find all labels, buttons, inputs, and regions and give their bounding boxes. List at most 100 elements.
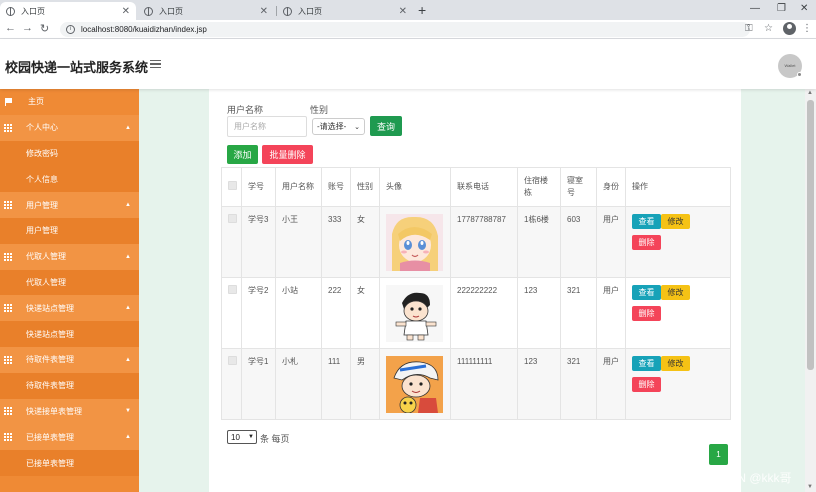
room-cell: 321 — [560, 348, 597, 420]
sidebar-item-home[interactable]: 主页 — [0, 89, 139, 115]
sidebar-item-station-management[interactable]: 快递站点管理 — [0, 321, 139, 347]
row-select-cell — [221, 206, 242, 278]
gender-select[interactable]: -请选择- ⌄ — [312, 118, 365, 135]
globe-icon — [6, 6, 15, 16]
sidebar-item-label: 个人信息 — [26, 174, 58, 184]
username-label: 用户名称 — [227, 105, 264, 115]
column-header: 操作 — [625, 167, 731, 207]
url-text: localhost:8080/kuaidizhan/index.jsp — [81, 25, 207, 34]
browser-tab-3[interactable]: 入口页 ✕ — [277, 2, 413, 20]
building-cell: 123 — [517, 348, 561, 420]
forward-icon[interactable]: → — [22, 22, 33, 34]
browser-tab-title: 入口页 — [298, 6, 322, 16]
info-icon[interactable]: i — [66, 25, 75, 34]
search-button[interactable]: 查询 — [370, 116, 402, 136]
select-all-cell — [221, 167, 242, 207]
sidebar-item-pickup-management[interactable]: 待取件表管理 — [0, 372, 139, 399]
column-header: 身份 — [596, 167, 626, 207]
scroll-down-icon[interactable]: ▼ — [807, 484, 813, 490]
app-title: 校园快递一站式服务系统 — [5, 60, 149, 75]
sidebar-item-label: 快递站点管理 — [26, 303, 74, 313]
close-icon[interactable]: ✕ — [260, 6, 268, 17]
role-cell: 用户 — [596, 277, 626, 349]
avatar-cell — [379, 348, 451, 420]
delete-button[interactable]: 删除 — [632, 377, 661, 392]
account-cell: 111 — [321, 348, 351, 420]
close-icon[interactable]: ✕ — [399, 6, 407, 17]
scroll-up-icon[interactable]: ▲ — [807, 90, 813, 96]
key-icon[interactable]: ⚿ — [745, 23, 753, 34]
browser-tab-1[interactable]: 入口页 ✕ — [0, 2, 136, 20]
reload-icon[interactable]: ↻ — [40, 22, 49, 35]
sidebar-group-order-accept-management[interactable]: 快递接单表管理 ▼ — [0, 398, 139, 425]
sidebar-item-accepted-management[interactable]: 已接单表管理 — [0, 450, 139, 476]
sidebar-item-user-management[interactable]: 用户管理 — [0, 217, 139, 244]
name-cell: 小站 — [275, 277, 322, 349]
chevron-down-icon: ⌄ — [354, 123, 360, 131]
row-checkbox[interactable] — [228, 214, 237, 223]
browser-tabbar: 入口页 ✕ 入口页 ✕ 入口页 ✕ + — ❐ ✕ — [0, 0, 816, 20]
user-avatar-image — [386, 214, 443, 271]
page-size-select[interactable]: 10 ▼ — [227, 430, 257, 444]
account-cell: 222 — [321, 277, 351, 349]
view-button[interactable]: 查看 — [632, 356, 661, 371]
student-id-cell: 学号2 — [241, 277, 276, 349]
cartoon-boy-illustration — [386, 285, 443, 342]
minimize-icon[interactable]: — — [750, 3, 760, 14]
edit-button[interactable]: 修改 — [661, 356, 690, 371]
row-checkbox[interactable] — [228, 285, 237, 294]
table-row: 学号2 小站 222 女 222222222 123 321 用户 查看 修改 … — [221, 277, 731, 349]
select-all-checkbox[interactable] — [228, 180, 237, 190]
sidebar-item-courier-management[interactable]: 代取人管理 — [0, 269, 139, 296]
sidebar-group-user-management[interactable]: 用户管理 ▲ — [0, 192, 139, 218]
sidebar-item-label: 已接单表管理 — [26, 432, 74, 442]
add-button[interactable]: 添加 — [227, 145, 258, 164]
user-table: 学号 用户名称 账号 性别 头像 联系电话 住宿楼栋 寝室号 身份 操作 学号3… — [221, 167, 731, 420]
chevron-up-icon: ▲ — [125, 124, 131, 131]
sidebar-group-station-management[interactable]: 快递站点管理 ▲ — [0, 295, 139, 322]
delete-button[interactable]: 删除 — [632, 306, 661, 321]
edit-button[interactable]: 修改 — [661, 214, 690, 229]
edit-button[interactable]: 修改 — [661, 285, 690, 300]
page-size-value: 10 — [231, 432, 240, 442]
sidebar-group-accepted-management[interactable]: 已接单表管理 ▲ — [0, 424, 139, 451]
restore-icon[interactable]: ❐ — [777, 3, 786, 14]
per-page-text: 条 每页 — [260, 434, 290, 444]
status-dot — [797, 72, 802, 77]
sidebar-group-personal-center[interactable]: 个人中心 ▲ — [0, 114, 139, 141]
avatar-cell — [379, 277, 451, 349]
page-1-button[interactable]: 1 — [709, 444, 728, 465]
sidebar-item-change-password[interactable]: 修改密码 — [0, 140, 139, 167]
new-tab-icon[interactable]: + — [418, 2, 426, 18]
hamburger-menu-icon[interactable] — [150, 60, 161, 68]
name-cell: 小札 — [275, 348, 322, 420]
role-cell: 用户 — [596, 348, 626, 420]
close-icon[interactable]: ✕ — [122, 6, 130, 17]
view-button[interactable]: 查看 — [632, 214, 661, 229]
actions-cell: 查看 修改 删除 — [625, 206, 731, 278]
grid-icon — [4, 407, 12, 416]
back-icon[interactable]: ← — [5, 22, 16, 34]
menu-dots-icon[interactable]: ⋮ — [802, 23, 812, 34]
browser-tab-title: 入口页 — [21, 6, 45, 16]
username-input[interactable]: 用户名称 — [227, 116, 307, 137]
flag-icon — [5, 97, 13, 106]
scrollbar-thumb[interactable] — [807, 100, 814, 370]
window-close-icon[interactable]: ✕ — [800, 3, 808, 14]
grid-icon — [4, 252, 12, 261]
view-button[interactable]: 查看 — [632, 285, 661, 300]
star-icon[interactable]: ☆ — [764, 23, 773, 34]
delete-button[interactable]: 删除 — [632, 235, 661, 250]
sidebar-group-pickup-management[interactable]: 待取件表管理 ▲ — [0, 346, 139, 373]
app-header: 校园快递一站式服务系统 Wallet — [0, 39, 816, 89]
url-field[interactable]: i localhost:8080/kuaidizhan/index.jsp — [60, 22, 750, 37]
name-cell: 小王 — [275, 206, 322, 278]
sidebar-item-personal-info[interactable]: 个人信息 — [0, 166, 139, 193]
sidebar-group-courier-management[interactable]: 代取人管理 ▲ — [0, 243, 139, 270]
column-header: 学号 — [241, 167, 276, 207]
sidebar-item-label: 代取人管理 — [26, 252, 66, 262]
profile-icon[interactable] — [783, 22, 796, 35]
browser-tab-2[interactable]: 入口页 ✕ — [138, 2, 274, 20]
batch-delete-button[interactable]: 批量删除 — [262, 145, 313, 164]
row-checkbox[interactable] — [228, 356, 237, 365]
